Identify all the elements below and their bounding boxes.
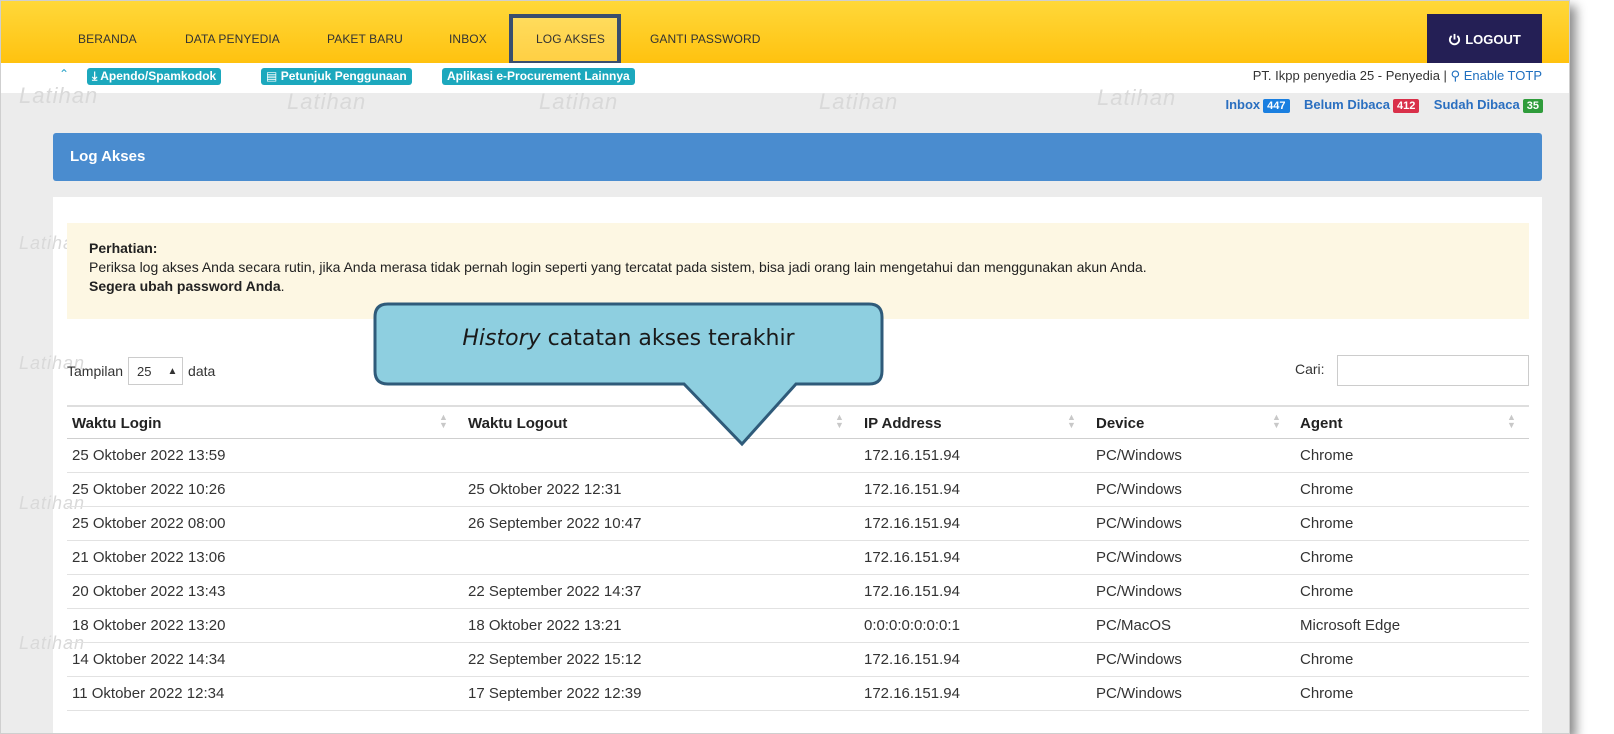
callout-text: History catatan akses terakhir — [375, 326, 882, 351]
callout-italic: History — [462, 326, 541, 351]
callout-shape — [373, 302, 884, 447]
callout-bubble — [373, 302, 884, 447]
callout-rest: catatan akses terakhir — [540, 326, 795, 351]
app-window: BERANDA DATA PENYEDIA PAKET BARU INBOX L… — [0, 0, 1570, 734]
